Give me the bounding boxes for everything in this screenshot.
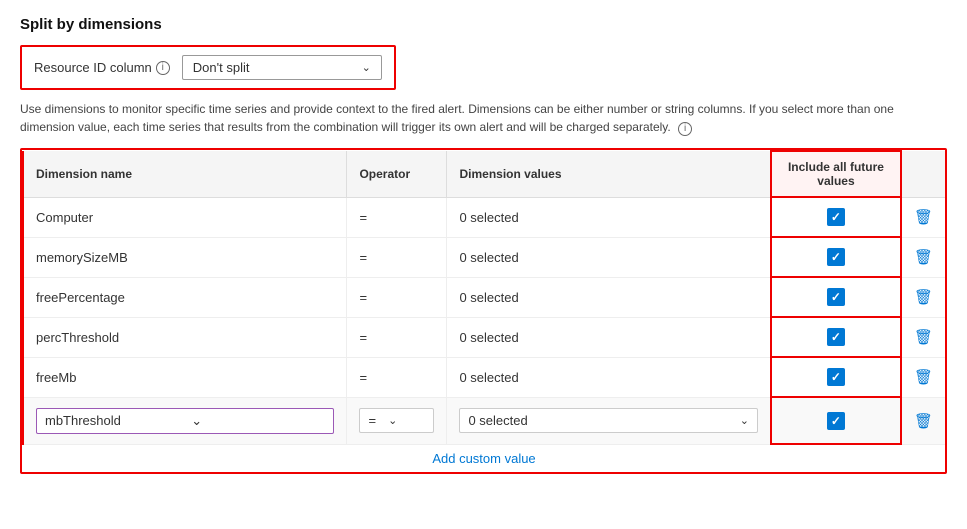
last-row-operator-cell[interactable]: = ⌄ [347,397,447,444]
dimension-name-cell-3: percThreshold [23,317,347,357]
delete-icon-3[interactable]: 🗑 [914,329,933,346]
last-row-name-arrow: ⌄ [191,413,325,429]
last-row-values-arrow: ⌄ [740,414,749,427]
dimensions-table-wrapper: Dimension name Operator Dimension values… [20,148,947,474]
dimension-name-cell-4: freeMb [23,357,347,397]
resource-id-info-icon[interactable]: i [156,61,170,75]
table-row: memorySizeMB = 0 selected 🗑 [23,237,945,277]
table-row-last: mbThreshold ⌄ = ⌄ 0 selected ⌄ 🗑 [23,397,945,444]
last-row-name-value: mbThreshold [45,413,179,428]
dimensions-table: Dimension name Operator Dimension values… [22,150,945,472]
dimension-name-cell-0: Computer [23,197,347,237]
values-cell-4: 0 selected [447,357,771,397]
col-header-include-future: Include all future values [771,151,901,197]
last-row-values-text: 0 selected [468,413,727,428]
include-checkbox-1[interactable] [827,248,845,266]
resource-id-dropdown-value: Don't split [193,60,250,75]
last-row-include-checkbox[interactable] [827,412,845,430]
last-row-operator-value: = [368,413,376,428]
operator-cell-2: = [347,277,447,317]
include-checkbox-0[interactable] [827,208,845,226]
last-row-operator-arrow: ⌄ [388,414,397,427]
resource-id-dropdown[interactable]: Don't split ⌄ [182,55,382,80]
description-text: Use dimensions to monitor specific time … [20,100,940,136]
include-checkbox-3[interactable] [827,328,845,346]
include-cell-0 [771,197,901,237]
col-header-operator: Operator [347,151,447,197]
table-row: percThreshold = 0 selected 🗑 [23,317,945,357]
last-row-include-cell [771,397,901,444]
include-cell-2 [771,277,901,317]
operator-cell-0: = [347,197,447,237]
table-row: freeMb = 0 selected 🗑 [23,357,945,397]
values-cell-3: 0 selected [447,317,771,357]
values-cell-2: 0 selected [447,277,771,317]
add-custom-cell: Add custom value [23,444,945,472]
delete-icon-0[interactable]: 🗑 [914,209,933,226]
values-cell-0: 0 selected [447,197,771,237]
dimension-name-cell-2: freePercentage [23,277,347,317]
values-cell-1: 0 selected [447,237,771,277]
description-info-icon[interactable]: i [678,122,692,136]
last-row-values-cell[interactable]: 0 selected ⌄ [447,397,771,444]
resource-id-dropdown-arrow: ⌄ [362,61,371,74]
delete-icon-1[interactable]: 🗑 [914,249,933,266]
delete-cell-0: 🗑 [901,197,945,237]
last-row-delete-cell: 🗑 [901,397,945,444]
add-custom-link[interactable]: Add custom value [432,451,535,466]
dimension-name-cell-1: memorySizeMB [23,237,347,277]
delete-cell-3: 🗑 [901,317,945,357]
operator-cell-3: = [347,317,447,357]
last-row-name-cell[interactable]: mbThreshold ⌄ [23,397,347,444]
include-cell-3 [771,317,901,357]
resource-id-label: Resource ID column i [34,60,170,75]
delete-icon-4[interactable]: 🗑 [914,369,933,386]
last-row-delete-icon[interactable]: 🗑 [914,413,933,430]
delete-icon-2[interactable]: 🗑 [914,289,933,306]
table-row: freePercentage = 0 selected 🗑 [23,277,945,317]
col-header-dimension-values: Dimension values [447,151,771,197]
include-checkbox-2[interactable] [827,288,845,306]
operator-cell-1: = [347,237,447,277]
delete-cell-4: 🗑 [901,357,945,397]
page-title: Split by dimensions [20,16,947,33]
resource-id-text: Resource ID column [34,60,152,75]
resource-id-section: Resource ID column i Don't split ⌄ [20,45,396,90]
delete-cell-2: 🗑 [901,277,945,317]
include-checkbox-4[interactable] [827,368,845,386]
delete-cell-1: 🗑 [901,237,945,277]
operator-cell-4: = [347,357,447,397]
add-custom-row: Add custom value [23,444,945,472]
col-header-delete [901,151,945,197]
include-cell-4 [771,357,901,397]
include-cell-1 [771,237,901,277]
table-row: Computer = 0 selected 🗑 [23,197,945,237]
col-header-dimension-name: Dimension name [23,151,347,197]
